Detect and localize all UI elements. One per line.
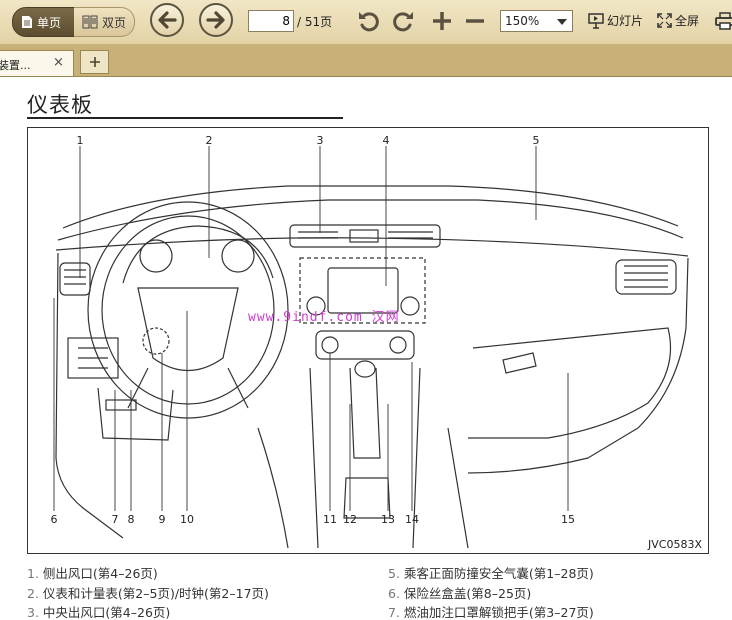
tab-document-label: 装置... <box>0 59 31 72</box>
double-page-icon <box>82 15 98 29</box>
arrow-right-icon <box>206 11 225 29</box>
callout-4: 4 <box>382 134 390 147</box>
page-title: 仪表板 <box>27 93 93 117</box>
fullscreen-label: 全屏 <box>675 14 700 28</box>
fullscreen-button[interactable]: 全屏 <box>657 12 699 29</box>
zoom-select[interactable]: 150% <box>500 10 573 32</box>
callout-2: 2 <box>205 134 213 147</box>
page-total-label: / 51页 <box>297 15 333 29</box>
plus-icon <box>89 57 100 67</box>
callout-9: 9 <box>158 513 166 526</box>
printer-icon <box>715 12 732 30</box>
rotate-left-icon <box>359 12 379 32</box>
callout-1: 1 <box>76 134 84 147</box>
callout-13: 13 <box>381 513 395 526</box>
callout-10: 10 <box>180 513 194 526</box>
callout-8: 8 <box>127 513 135 526</box>
zoom-in-button[interactable] <box>429 8 455 34</box>
next-page-button[interactable] <box>199 3 233 37</box>
zoom-value: 150% <box>505 14 540 28</box>
print-button[interactable] <box>712 8 732 34</box>
tab-bar: 装置... × <box>0 45 732 77</box>
zoom-out-button[interactable] <box>462 8 488 34</box>
callout-14: 14 <box>405 513 419 526</box>
callout-5: 5 <box>532 134 540 147</box>
rotate-right-button[interactable] <box>390 8 416 34</box>
callout-11: 11 <box>323 513 337 526</box>
page-number-input[interactable] <box>248 10 294 32</box>
document-page[interactable]: 仪表板 1 2 3 4 5 6 7 8 9 10 11 12 13 14 15 … <box>0 77 732 620</box>
dashboard-illustration <box>53 146 689 549</box>
plus-icon <box>433 12 451 30</box>
legend-item: 3. 中央出风口(第4–26页) <box>27 605 171 620</box>
slideshow-label: 幻灯片 <box>607 14 644 28</box>
close-icon[interactable]: × <box>53 55 64 70</box>
dashboard-figure: 1 2 3 4 5 6 7 8 9 10 11 12 13 14 15 JVC0… <box>27 127 709 554</box>
single-page-label: 单页 <box>37 15 62 30</box>
previous-page-button[interactable] <box>150 3 184 37</box>
tab-document[interactable]: 装置... × <box>0 50 74 76</box>
legend-item: 1. 侧出风口(第4–26页) <box>27 566 158 581</box>
title-rule <box>27 117 343 119</box>
rotate-right-icon <box>393 12 413 32</box>
watermark-text: www.9indf.com 汉网 <box>248 310 400 325</box>
callout-12: 12 <box>343 513 357 526</box>
fullscreen-icon <box>657 13 672 28</box>
double-page-button[interactable]: 双页 <box>74 7 135 37</box>
callout-3: 3 <box>316 134 324 147</box>
new-tab-button[interactable] <box>80 50 109 74</box>
legend-item: 2. 仪表和计量表(第2–5页)/时钟(第2–17页) <box>27 586 269 601</box>
single-page-icon <box>22 16 32 28</box>
legend-item: 7. 燃油加注口罩解锁把手(第3–27页) <box>388 605 594 620</box>
slideshow-icon <box>588 12 604 29</box>
figure-code: JVC0583X <box>648 538 702 551</box>
toolbar: 单页 双页 / 51页 150% 幻灯片 全屏 <box>0 0 732 45</box>
double-page-label: 双页 <box>102 15 127 30</box>
rotate-left-button[interactable] <box>356 8 382 34</box>
callout-15: 15 <box>561 513 575 526</box>
minus-icon <box>466 19 484 23</box>
chevron-down-icon <box>557 19 567 25</box>
single-page-button[interactable]: 单页 <box>12 7 76 37</box>
slideshow-button[interactable]: 幻灯片 <box>588 12 643 29</box>
callout-6: 6 <box>50 513 58 526</box>
arrow-left-icon <box>158 11 177 29</box>
legend-item: 5. 乘客正面防撞安全气囊(第1–28页) <box>388 566 594 581</box>
legend-item: 6. 保险丝盒盖(第8–25页) <box>388 586 532 601</box>
